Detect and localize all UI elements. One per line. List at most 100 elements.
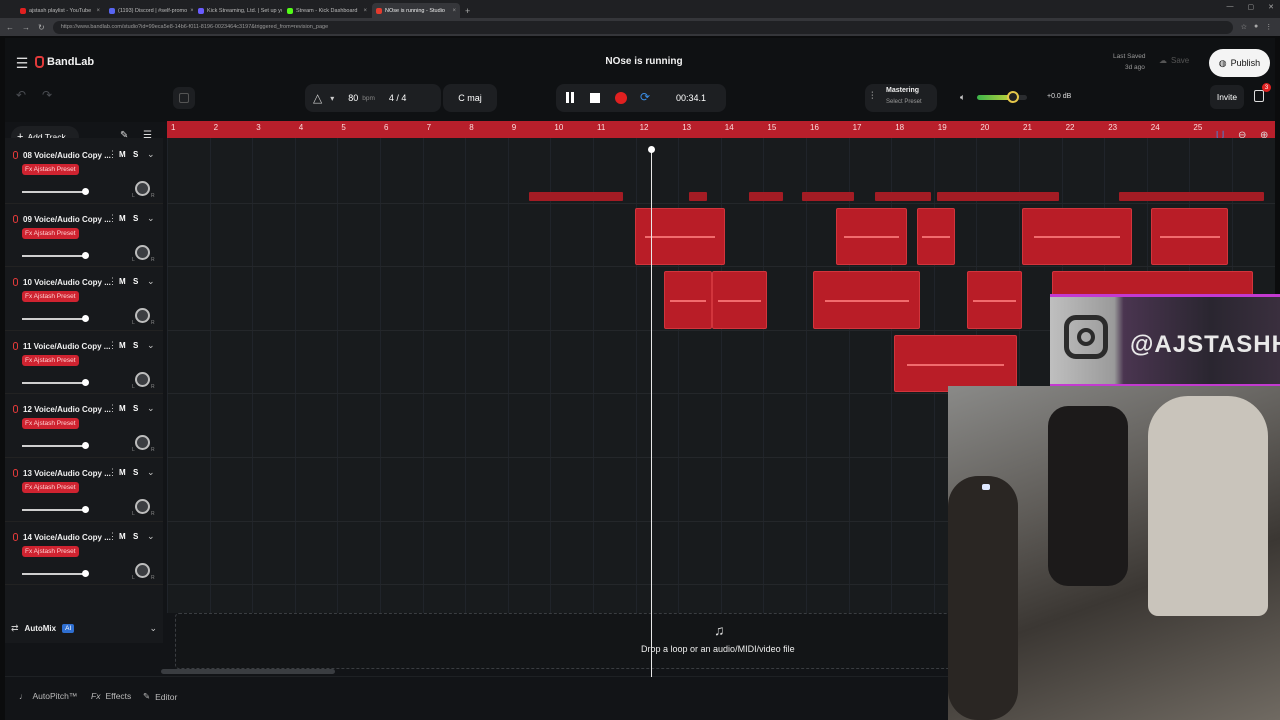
editor-button[interactable]: ✎ Editor [143,691,177,702]
pan-knob[interactable] [135,499,150,514]
track-header[interactable]: 09 Voice/Audio Copy ... ⋮ M S ⌄ Fx Ajstash Pr… [5,204,163,268]
minimize-button[interactable]: — [1227,3,1234,11]
browser-tab[interactable]: ajstash playlist - YouTube × [16,3,104,18]
metronome-toggle-button[interactable] [173,87,195,109]
track-volume-slider[interactable] [22,509,86,511]
speaker-icon[interactable]: 🔈︎ [960,92,965,103]
pan-knob[interactable] [135,244,150,260]
track-volume-knob[interactable] [82,315,89,323]
back-arrow-icon[interactable]: ← [6,23,14,32]
chevron-down-icon[interactable]: ⌄ [147,276,155,287]
solo-button[interactable]: S [133,277,138,286]
mastering-button[interactable]: ⫶ Mastering Select Preset [865,84,937,112]
track-more-icon[interactable]: ⋮ [108,213,117,224]
track-header[interactable]: 12 Voice/Audio Copy ... ⋮ M S ⌄ Fx Ajstash Pr… [5,394,163,458]
track-volume-slider[interactable] [22,254,86,257]
mute-button[interactable]: M [119,532,126,541]
chevron-down-icon[interactable]: ⌄ [147,340,155,351]
browser-tab[interactable]: Kick Streaming, Ltd. | Set up your× [194,3,282,18]
audio-clip[interactable] [635,207,725,266]
track-header[interactable]: 11 Voice/Audio Copy ... ⋮ M S ⌄ Fx Ajstash Pr… [5,331,163,395]
audio-clip[interactable] [712,271,767,329]
browser-tab[interactable]: (1193) Discord | #self-promo × [105,3,193,18]
audio-clip[interactable] [1022,207,1132,266]
pan-knob[interactable] [135,435,150,451]
chevron-down-icon[interactable]: ▾ [330,94,334,103]
track-name[interactable]: 09 Voice/Audio Copy ... [23,215,111,224]
url-field[interactable]: https://www.bandlab.com/studio?id=99eca5… [52,20,1233,34]
track-volume-slider[interactable] [22,381,86,384]
microphone-icon[interactable] [13,341,18,350]
microphone-icon[interactable] [13,214,18,223]
hamburger-menu-icon[interactable]: ☰ [15,55,29,71]
volume-knob[interactable] [1007,91,1019,103]
mute-button[interactable]: M [119,214,126,223]
fx-preset-badge[interactable]: Fx Ajstash Preset [22,418,79,430]
fx-preset-badge[interactable]: Fx Ajstash Preset [22,545,79,557]
audio-clip[interactable] [813,271,920,329]
metronome-icon[interactable]: △ [313,91,322,105]
key-selector[interactable]: C maj [443,84,497,112]
pan-knob[interactable] [135,308,150,324]
pause-icon[interactable] [566,92,569,103]
automix-row[interactable]: ⇄ AutoMix AI ⌄ [5,613,163,643]
track-header[interactable]: 10 Voice/Audio Copy ... ⋮ M S ⌄ Fx Ajstash Pr… [5,267,163,331]
mute-button[interactable]: M [119,404,126,413]
reload-icon[interactable]: ↻ [38,23,45,32]
project-title[interactable]: NOse is running [599,56,689,67]
track-volume-knob[interactable] [82,442,89,450]
track-volume-slider[interactable] [22,572,86,575]
track-name[interactable]: 14 Voice/Audio Copy ... [23,533,111,542]
audio-clip[interactable] [917,207,955,266]
autopitch-button[interactable]: ♩ AutoPitch™ [19,691,77,701]
microphone-icon[interactable] [13,278,18,287]
star-icon[interactable]: ☆ [1241,23,1247,31]
audio-clip[interactable] [802,192,854,201]
audio-clip[interactable] [836,207,907,266]
track-more-icon[interactable]: ⋮ [108,531,117,542]
audio-clip[interactable] [875,192,931,201]
mute-button[interactable]: M [119,150,126,159]
master-volume-slider[interactable] [977,91,1027,103]
maximize-button[interactable]: ▢ [1248,3,1255,11]
track-volume-knob[interactable] [82,251,89,259]
playhead-handle[interactable] [648,146,655,153]
track-lane[interactable] [167,140,1275,204]
loop-icon[interactable]: ⟳ [640,90,650,104]
chevron-down-icon[interactable]: ⌄ [147,531,155,542]
track-header[interactable]: 08 Voice/Audio Copy ... ⋮ M S ⌄ Fx Ajstash Pr… [5,140,163,204]
time-signature[interactable]: 4 / 4 [389,93,407,103]
solo-button[interactable]: S [133,532,138,541]
close-window-button[interactable]: ✕ [1268,3,1274,11]
fx-preset-badge[interactable]: Fx Ajstash Preset [22,227,79,239]
track-volume-slider[interactable] [22,445,86,448]
undo-icon[interactable]: ↶ [16,88,26,102]
record-icon[interactable] [615,92,627,104]
bpm-value[interactable]: 80 [348,93,358,103]
audio-clip[interactable] [894,334,1017,393]
browser-tab[interactable]: Stream - Kick Dashboard × [283,3,371,18]
track-volume-knob[interactable] [82,378,89,386]
track-volume-slider[interactable] [22,191,86,193]
microphone-icon[interactable] [13,151,18,159]
audio-clip[interactable] [1119,192,1264,201]
timeline-ruler[interactable]: 1 2 3 4 5 6 7 8 9 10 11 12 13 14 15 16 17 18 19 20 21 22 23 24 2… [167,121,1275,138]
audio-clip[interactable] [689,192,707,201]
bandlab-logo[interactable]: BandLab [35,56,94,68]
track-name[interactable]: 11 Voice/Audio Copy ... [23,342,110,351]
audio-clip[interactable] [664,271,712,329]
pan-knob[interactable] [135,562,150,578]
microphone-icon[interactable] [13,469,18,477]
track-name[interactable]: 12 Voice/Audio Copy ... [23,405,111,414]
track-name[interactable]: 13 Voice/Audio Copy ... [23,469,111,478]
fx-preset-badge[interactable]: Fx Ajstash Preset [22,354,79,366]
audio-clip[interactable] [529,192,623,201]
mute-button[interactable]: M [119,341,126,350]
track-header[interactable]: 14 Voice/Audio Copy ... ⋮ M S ⌄ Fx Ajstash Pr… [5,522,163,586]
track-name[interactable]: 10 Voice/Audio Copy ... [23,278,111,287]
chevron-down-icon[interactable]: ⌄ [149,623,157,634]
audio-clip[interactable] [1151,207,1228,266]
chevron-down-icon[interactable]: ⌄ [147,213,155,224]
horizontal-scrollbar[interactable] [161,669,335,674]
publish-button[interactable]: ◍ Publish [1209,49,1270,77]
